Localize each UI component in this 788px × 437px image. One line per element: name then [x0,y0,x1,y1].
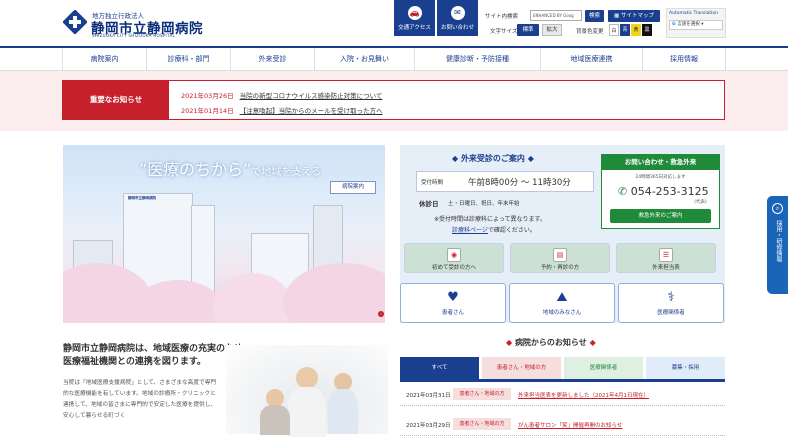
bg-blue-button[interactable]: 青 [620,24,630,36]
intro-body: 当院は「地域医療支援病院」として、さまざまな高度で専門的な医療機能を有しています… [63,380,217,419]
news-title: ◆ 病院からのお知らせ ◆ [506,338,596,347]
notice-item[interactable]: 2021年01月14日 【注意喚起】当院からのメールを受け取った方へ [181,105,383,115]
first-visit-icon: ◉ [447,248,461,262]
tab-all[interactable]: すべて [400,357,479,379]
tab-medical[interactable]: 医療関係者 [564,357,643,379]
bullet-icon: ◆ [586,338,596,347]
bg-white-button[interactable]: 白 [609,24,619,36]
department-page-link[interactable]: 診療科ページ [452,227,488,234]
closed-days: 土・日曜日、祝日、年末年始 [448,201,520,207]
hero-image: 静岡市立静岡病院 “医療のちから”で地域を支える 病院案内 [63,145,385,323]
bullet-icon: ◆ [452,154,461,163]
closed-label: 休診日 [419,200,439,208]
mail-icon: ✉ [450,6,465,20]
bullet-icon: ◆ [524,154,534,163]
news-row[interactable]: 2021年03月29日 患者さん・地域の方 がん患者サロン「笑」開催再開のお知ら… [400,414,725,436]
search-button[interactable]: 検索 [585,10,604,22]
person [260,405,290,435]
important-notice-box: 重要なお知らせ 2021年03月26日 当院の新型コロナウイルス感染防止対策につい… [62,80,725,120]
nav-regional-cooperation[interactable]: 地域医療連携 [540,48,642,71]
hospital-logo-icon[interactable] [63,10,87,34]
sitemap-button[interactable]: ▦ サイトマップ [608,10,660,22]
nav-inpatient[interactable]: 入院・お見舞い [314,48,414,71]
search-input[interactable]: ENHANCED BY Goog [530,10,582,21]
first-visit-button[interactable]: ◉ 初めて受診の方へ [404,243,504,273]
access-button[interactable]: 🚗 交通アクセス [394,0,435,36]
translation-widget: Automatic Translation G 言語を選択 ▾ [666,8,726,38]
emergency-guide-button[interactable]: 救急外来のご案内 [610,209,711,223]
person [328,389,358,434]
global-nav: 病院案内 診療科・部門 外来受診 入院・お見舞い 健康診断・予防接種 地域医療連… [0,46,788,71]
reservation-icon: ▤ [553,248,567,262]
heart-icon: ♥ [447,290,459,305]
audience-medical-button[interactable]: ⚕ 医療関係者 [618,283,724,323]
translation-title: Automatic Translation [669,11,719,16]
bg-black-button[interactable]: 黒 [642,24,652,36]
tab-patients[interactable]: 患者さん・地域の方 [482,357,561,379]
news-row[interactable]: 2021年03月31日 患者さん・地域の方 外来担当医表を更新しました（2021… [400,384,725,406]
nav-hospital-guide[interactable]: 病院案内 [62,48,146,71]
reception-hours: 受付時間 午前8時00分 ～ 11時30分 [416,171,594,192]
building-sign: 静岡市立静岡病院 [128,196,156,200]
site-search-label: サイト内検索 [485,14,519,20]
search-icon: ⌕ [772,203,783,214]
shizuoka-map-icon: ⛰ [556,290,568,305]
reception-note: ※受付時間は診療科によって異なります。 [434,216,546,223]
slider-next-icon[interactable]: › [378,311,384,317]
person [288,387,326,437]
department-note: 診療科ページで確認ください。 [452,227,536,234]
car-icon: 🚗 [407,6,422,20]
audience-community-button[interactable]: ⛰ 地域のみなさん [509,283,615,323]
nav-recruit[interactable]: 採用情報 [642,48,726,71]
doctors-patients-photo [226,345,388,437]
nav-outpatient[interactable]: 外来受診 [230,48,314,71]
notice-item[interactable]: 2021年03月26日 当院の新型コロナウイルス感染防止対策について [181,90,382,100]
contact-title: お問い合わせ・救急外来 [602,155,719,170]
important-notice-title: 重要なお知らせ [63,81,169,119]
hospital-guide-button[interactable]: 病院案内 [330,181,376,194]
nav-checkup[interactable]: 健康診断・予防接種 [414,48,540,71]
font-large-button[interactable]: 拡大 [542,24,562,36]
tab-recruit[interactable]: 募集・採用 [646,357,725,379]
recruit-training-side-tab[interactable]: ⌕ 採用・研修情報 [767,196,788,294]
font-standard-button[interactable]: 標準 [517,24,539,36]
audience-patients-button[interactable]: ♥ 患者さん [400,283,506,323]
doctor-schedule-button[interactable]: ☰ 外来担当表 [616,243,716,273]
bg-yellow-button[interactable]: 黄 [631,24,641,36]
important-notice-section: 重要なお知らせ 2021年03月26日 当院の新型コロナウイルス感染防止対策につい… [0,71,788,131]
stethoscope-icon: ⚕ [667,290,675,305]
contact-emergency-box: お問い合わせ・救急外来 24時間365日対応します ✆ 054-253-3125… [601,154,720,229]
tab-underline [400,379,725,382]
schedule-icon: ☰ [659,248,673,262]
bg-color-label: 背景色変更 [576,29,604,35]
person [296,367,318,389]
bullet-icon: ◆ [506,338,515,347]
tel-note: (代表) [694,200,707,205]
contact-button[interactable]: ✉ お問い合わせ [437,0,478,36]
hero-caption: “医療のちから”で地域を支える [139,160,322,179]
contact-tel[interactable]: ✆ 054-253-3125 [618,185,709,198]
menu-icon: ▦ [614,13,621,19]
phone-icon: ✆ [618,185,631,198]
outpatient-guide-panel: ◆ 外来受診のご案内 ◆ 受付時間 午前8時00分 ～ 11時30分 休診日 土… [400,145,725,323]
reservation-button[interactable]: ▤ 予約・再診の方 [510,243,610,273]
logo-english: SHIZUOKA CITY SHIZUOKA HOSPITAL [92,33,176,38]
nav-departments[interactable]: 診療科・部門 [146,48,230,71]
language-select[interactable]: G 言語を選択 ▾ [669,20,723,30]
category-badge: 患者さん・地域の方 [453,388,511,400]
site-header: 地方独立行政法人 静岡市立静岡病院 SHIZUOKA CITY SHIZUOKA… [0,0,788,46]
outpatient-title: ◆ 外来受診のご案内 ◆ [452,154,534,163]
intro-heading: 静岡市立静岡病院は、地域医療の充実のため 医療福祉機関との連携を図ります。 [63,344,244,367]
category-badge: 患者さん・地域の方 [453,418,511,430]
font-size-label: 文字サイズ [490,29,518,35]
contact-hours: 24時間365日対応します [635,175,686,180]
